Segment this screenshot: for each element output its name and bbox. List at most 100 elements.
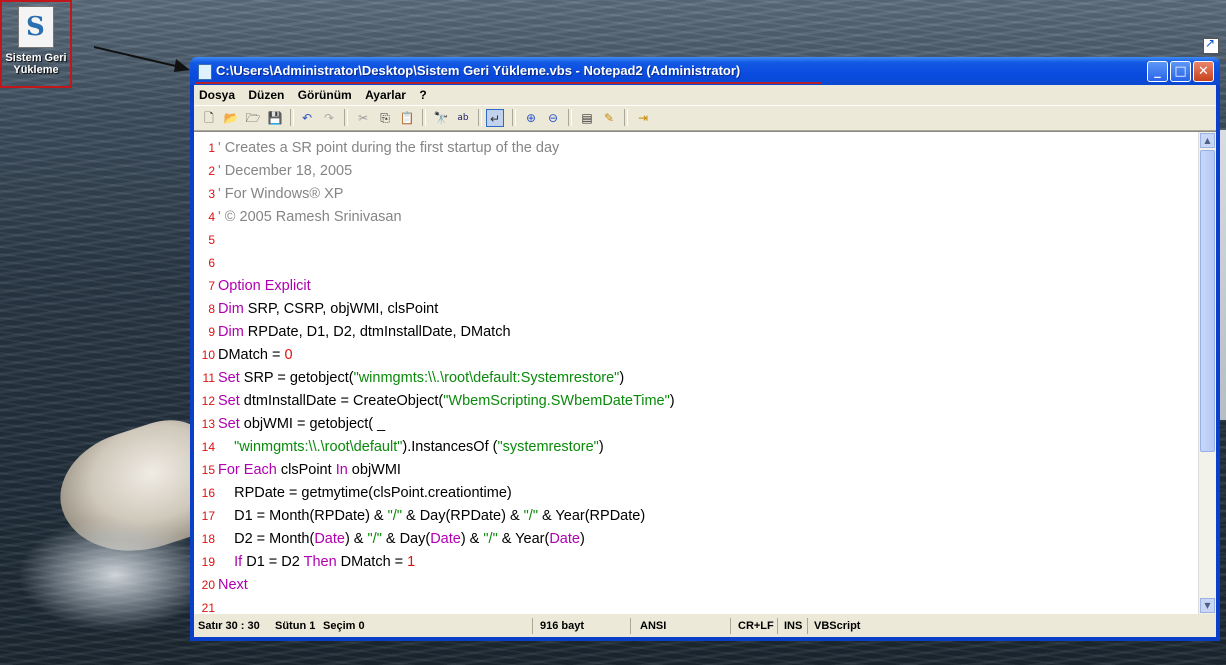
code-line[interactable]: 16 RPDate = getmytime(clsPoint.creationt… xyxy=(194,482,512,505)
code-text: ' Creates a SR point during the first st… xyxy=(215,137,559,160)
menu-gorunum[interactable]: Görünüm xyxy=(293,85,357,102)
code-token: Then xyxy=(303,554,337,570)
line-number: 6 xyxy=(208,256,215,270)
status-divider xyxy=(807,618,808,634)
status-divider xyxy=(532,618,533,634)
code-text: "winmgmts:\\.\root\default").InstancesOf… xyxy=(215,436,604,459)
status-encoding[interactable]: ANSI xyxy=(640,620,666,632)
scroll-thumb[interactable] xyxy=(1200,150,1215,452)
wallpaper-splash xyxy=(20,520,210,630)
code-token: dtmInstallDate = CreateObject( xyxy=(239,393,444,409)
code-text: Next xyxy=(215,574,248,597)
code-token: ' For Windows® XP xyxy=(218,186,344,202)
code-line[interactable]: 21 xyxy=(194,597,218,614)
copy-icon[interactable]: ⎘ xyxy=(376,109,394,127)
shortcut-overlay-icon[interactable] xyxy=(1203,36,1219,54)
customize-scheme-icon[interactable]: ✎ xyxy=(600,109,618,127)
new-file-icon[interactable]: 🗋 xyxy=(200,109,218,127)
close-button[interactable]: ✕ xyxy=(1193,61,1214,82)
code-line[interactable]: 8 Dim SRP, CSRP, objWMI, clsPoint xyxy=(194,298,438,321)
cut-icon[interactable]: ✂ xyxy=(354,109,372,127)
code-line[interactable]: 12 Set dtmInstallDate = CreateObject("Wbe… xyxy=(194,390,675,413)
code-line[interactable]: 9 Dim RPDate, D1, D2, dtmInstallDate, DMa… xyxy=(194,321,511,344)
code-text: For Each clsPoint In objWMI xyxy=(215,459,401,482)
code-token: D2 = Month( xyxy=(218,531,315,547)
paste-icon[interactable]: 📋 xyxy=(398,109,416,127)
code-line[interactable]: 14 "winmgmts:\\.\root\default").Instance… xyxy=(194,436,604,459)
menu-ayarlar[interactable]: Ayarlar xyxy=(360,85,411,102)
code-token: "winmgmts:\\.\root\default" xyxy=(234,439,403,455)
code-text: Set dtmInstallDate = CreateObject("WbemS… xyxy=(215,390,675,413)
icon-label-line-1: Sistem Geri xyxy=(5,52,67,64)
menu-dosya[interactable]: Dosya xyxy=(194,85,240,102)
menu-duzen[interactable]: Düzen xyxy=(243,85,289,102)
code-token: "/" xyxy=(367,531,382,547)
line-number: 12 xyxy=(201,394,215,408)
code-text: ' December 18, 2005 xyxy=(215,160,352,183)
code-line[interactable]: 2 ' December 18, 2005 xyxy=(194,160,352,183)
zoom-out-icon[interactable]: ⊖ xyxy=(544,109,562,127)
line-number: 16 xyxy=(201,486,215,500)
code-token: & Year( xyxy=(497,531,550,547)
scroll-down-icon[interactable]: ▼ xyxy=(1200,598,1215,613)
code-line[interactable]: 4 ' © 2005 Ramesh Srinivasan xyxy=(194,206,401,229)
desktop-icon-label: Sistem Geri Yükleme xyxy=(2,52,70,76)
scroll-up-icon[interactable]: ▲ xyxy=(1200,133,1215,148)
desktop-shortcut-sistem-geri-yukleme[interactable]: S Sistem Geri Yükleme xyxy=(0,0,72,88)
redo-icon[interactable]: ↷ xyxy=(320,109,338,127)
undo-icon[interactable]: ↶ xyxy=(298,109,316,127)
code-line[interactable]: 10 DMatch = 0 xyxy=(194,344,293,367)
code-token: Set xyxy=(218,416,240,432)
code-token: & Day( xyxy=(381,531,431,547)
code-token: Option Explicit xyxy=(218,278,311,294)
annotation-arrow-icon xyxy=(93,46,190,72)
code-line[interactable]: 13 Set objWMI = getobject( _ xyxy=(194,413,386,436)
line-number: 17 xyxy=(201,509,215,523)
code-token: RPDate = getmytime(clsPoint.creationtime… xyxy=(218,485,512,501)
save-icon[interactable]: 💾 xyxy=(266,109,284,127)
toolbar-separator xyxy=(422,109,426,126)
exit-icon[interactable]: ⇥ xyxy=(634,109,652,127)
code-text: Dim RPDate, D1, D2, dtmInstallDate, DMat… xyxy=(215,321,511,344)
code-text: ' For Windows® XP xyxy=(215,183,343,206)
menu-help[interactable]: ? xyxy=(414,85,431,102)
code-line[interactable]: 15 For Each clsPoint In objWMI xyxy=(194,459,401,482)
line-number: 19 xyxy=(201,555,215,569)
status-line-ending[interactable]: CR+LF xyxy=(738,620,774,632)
line-number: 3 xyxy=(208,187,215,201)
find-icon[interactable]: 🔭 xyxy=(432,109,450,127)
status-insert-mode[interactable]: INS xyxy=(784,620,802,632)
code-token: ) & xyxy=(344,531,368,547)
code-line[interactable]: 20 Next xyxy=(194,574,248,597)
notepad2-app-icon[interactable] xyxy=(198,64,212,80)
open-folder-icon[interactable]: 📂 xyxy=(222,109,240,127)
code-token: 1 xyxy=(407,554,416,570)
code-line[interactable]: 1 ' Creates a SR point during the first s… xyxy=(194,137,559,160)
code-line[interactable]: 18 D2 = Month(Date) & "/" & Day(Date) & … xyxy=(194,528,585,551)
code-token: If xyxy=(234,554,243,570)
code-editor[interactable]: 1 ' Creates a SR point during the first s… xyxy=(194,131,1216,614)
code-token: ).InstancesOf ( xyxy=(402,439,498,455)
code-line[interactable]: 5 xyxy=(194,229,218,252)
status-language[interactable]: VBScript xyxy=(814,620,860,632)
code-line[interactable]: 6 xyxy=(194,252,218,275)
code-line[interactable]: 19 If D1 = D2 Then DMatch = 1 xyxy=(194,551,416,574)
replace-icon[interactable]: ab xyxy=(454,109,472,127)
code-line[interactable]: 7 Option Explicit xyxy=(194,275,311,298)
code-line[interactable]: 3 ' For Windows® XP xyxy=(194,183,343,206)
code-text: If D1 = D2 Then DMatch = 1 xyxy=(215,551,415,574)
code-line[interactable]: 11 Set SRP = getobject("winmgmts:\\.\root… xyxy=(194,367,625,390)
browse-icon[interactable]: 🗁 xyxy=(244,109,262,127)
icon-label-line-2: Yükleme xyxy=(13,64,59,76)
code-line[interactable]: 17 D1 = Month(RPDate) & "/" & Day(RPDate… xyxy=(194,505,646,528)
scheme-icon[interactable]: ▤ xyxy=(578,109,596,127)
code-token: In xyxy=(335,462,348,478)
vertical-scrollbar[interactable]: ▲ ▼ xyxy=(1198,132,1216,614)
minimize-button[interactable]: _ xyxy=(1147,61,1168,82)
maximize-button[interactable]: □ xyxy=(1170,61,1191,82)
word-wrap-icon[interactable]: ↵ xyxy=(486,109,504,127)
line-number: 15 xyxy=(201,463,215,477)
zoom-in-icon[interactable]: ⊕ xyxy=(522,109,540,127)
line-number: 1 xyxy=(208,141,215,155)
title-bar[interactable]: C:\Users\Administrator\Desktop\Sistem Ge… xyxy=(190,57,1220,85)
